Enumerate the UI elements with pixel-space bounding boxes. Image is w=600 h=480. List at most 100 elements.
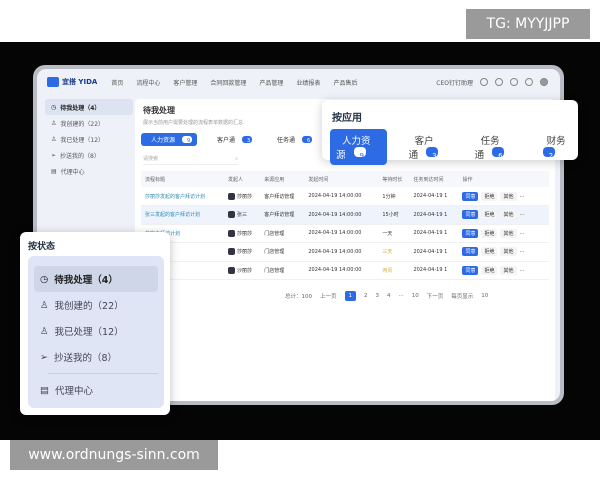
user-check-icon: ♙ [40, 325, 49, 337]
search-input[interactable]: 请搜索 ⌕ [143, 153, 238, 165]
start-time: 2024-04-19 14:00:00 [304, 224, 379, 243]
page-button[interactable]: 3 [376, 293, 380, 299]
page-button[interactable]: 1 [344, 291, 357, 301]
more-icon[interactable]: ··· [520, 249, 525, 255]
agree-button[interactable]: 同意 [462, 265, 479, 275]
page-subtitle: 展示当前用户需要处理的流程表单数据的汇总 [143, 120, 244, 126]
table-row[interactable]: 的门店巡检莎丽莎门店管理2024-04-19 14:00:00三天2024-04… [141, 242, 549, 262]
column-header: 任务到达时间 [409, 171, 459, 187]
status-item[interactable]: ➢ 抄送我的（8） [45, 147, 133, 163]
submitter-name: 莎丽莎 [236, 249, 252, 256]
more-icon[interactable]: ··· [520, 268, 525, 274]
pagination: 总计：100 上一页 1 2 3 4 ··· 10 下一页 每页显示 10 [285, 291, 488, 301]
reject-button[interactable]: 拒绝 [481, 247, 498, 257]
spacer [543, 242, 549, 262]
nav-item[interactable]: 客户管理 [173, 80, 197, 87]
other-button[interactable]: 其他 [500, 191, 517, 201]
arrive-time: 2024-04-19 1 [409, 261, 459, 280]
clock-icon: ◷ [40, 273, 49, 285]
row-title-link[interactable]: 张三发起的客户拜访计划 [141, 205, 224, 225]
other-button[interactable]: 其他 [500, 247, 517, 257]
assistant-button[interactable]: CEO钉钉助理 [436, 78, 473, 87]
nav-item[interactable]: 产品售后 [333, 80, 357, 87]
column-header: 发起人 [223, 171, 261, 187]
status-item[interactable]: ◷ 待我处理（4） [34, 266, 158, 292]
tab-count-badge: 6 [302, 136, 313, 144]
status-item[interactable]: ▤ 代理中心 [45, 163, 133, 179]
nav-item[interactable]: 合同回款管理 [210, 80, 246, 87]
app-filter-title: 按应用 [332, 113, 362, 124]
nav-item[interactable]: 业绩报表 [296, 80, 320, 87]
sidebar: ◷ 待我处理（4） ♙ 我创建的（22） ♙ 我已处理（12） ➢ 抄送我的（8） ▤ 代理中心 [45, 99, 133, 179]
spacer [543, 205, 549, 225]
status-item[interactable]: ➢ 抄送我的（8） [34, 344, 158, 370]
table-row[interactable]: 的门店巡检沙丽莎门店管理2024-04-19 14:00:00两周2024-04… [141, 261, 549, 280]
reject-button[interactable]: 拒绝 [481, 210, 498, 220]
logo-text: 宜搭 YIDA [62, 78, 98, 86]
prev-page-button[interactable]: 上一页 [320, 292, 337, 300]
nav-item[interactable]: 首页 [111, 80, 123, 87]
agree-button[interactable]: 同意 [462, 210, 479, 220]
wait-time: 三天 [378, 242, 410, 262]
next-page-button[interactable]: 下一页 [427, 292, 444, 300]
reject-button[interactable]: 拒绝 [481, 265, 498, 275]
row-title-link[interactable]: 莎丽莎发起的客户拜访计划 [141, 187, 224, 206]
app-filter-tabs: 人力资源 9 客户通 3 任务通 6 财务2 [330, 129, 578, 165]
page-button[interactable]: ··· [399, 293, 404, 299]
user-avatar [227, 192, 235, 200]
help-icon[interactable] [480, 78, 488, 86]
settings-icon[interactable] [510, 78, 518, 86]
tab-1[interactable]: 客户通 3 [207, 133, 257, 146]
nav-item[interactable]: 流程中心 [136, 80, 160, 87]
other-button[interactable]: 其他 [500, 210, 517, 220]
top-nav: 宜搭 YIDA 首页 流程中心 客户管理 合同回款管理 产品管理 业绩报表 产品售后 CEO… [37, 69, 560, 95]
status-filter-title: 按状态 [28, 242, 56, 252]
status-item[interactable]: ▤ 代理中心 [34, 377, 158, 403]
status-item-label: 抄送我的（8） [60, 152, 100, 160]
column-header: 流程标题 [141, 171, 224, 187]
reject-button[interactable]: 拒绝 [481, 228, 498, 238]
tab-2[interactable]: 任务通 6 [267, 133, 317, 146]
agree-button[interactable]: 同意 [462, 228, 479, 238]
tab-3[interactable]: 财务2 [535, 129, 578, 165]
status-item[interactable]: ♙ 我已处理（12） [34, 318, 158, 344]
arrive-time: 2024-04-19 1 [409, 187, 459, 206]
status-item[interactable]: ◷ 待我处理（4） [45, 99, 133, 115]
status-item-label: 代理中心 [54, 386, 93, 397]
notes-icon[interactable] [495, 78, 503, 86]
tab-0[interactable]: 人力资源 9 [141, 133, 198, 146]
nav-menu: 首页 流程中心 客户管理 合同回款管理 产品管理 业绩报表 产品售后 [111, 78, 370, 87]
table-row[interactable]: 的客户拜访计划莎丽莎门店管理2024-04-19 14:00:00一天2024-… [141, 224, 549, 243]
table-row[interactable]: 张三发起的客户拜访计划 张三 客户拜访管理 2024-04-19 14:00:00 15… [141, 205, 549, 225]
page-button[interactable]: 4 [387, 293, 391, 299]
app-filter-card: 按应用 人力资源 9 客户通 3 任务通 6 财务2 [322, 100, 578, 165]
page-button[interactable]: 10 [412, 293, 419, 299]
other-button[interactable]: 其他 [500, 228, 517, 238]
more-icon[interactable]: ··· [520, 194, 525, 200]
status-item[interactable]: ♙ 我创建的（22） [45, 115, 133, 131]
page-title: 待我处理 [143, 106, 175, 115]
per-page-select[interactable]: 10 [481, 293, 488, 299]
submitter-name: 张三 [236, 212, 247, 219]
more-icon[interactable]: ··· [520, 212, 525, 218]
status-filter-list: ◷ 待我处理（4） ♙ 我创建的（22） ♙ 我已处理（12） ➢ 抄送我的（8） ▤ 代理中心 [28, 256, 164, 408]
agree-button[interactable]: 同意 [462, 247, 479, 257]
send-icon: ➢ [51, 151, 57, 159]
other-button[interactable]: 其他 [500, 265, 517, 275]
column-header: 操作 [458, 171, 544, 187]
avatar[interactable] [540, 78, 548, 86]
reject-button[interactable]: 拒绝 [481, 191, 498, 201]
more-icon[interactable]: ··· [520, 231, 525, 237]
notification-icon[interactable] [525, 78, 533, 86]
spacer [543, 224, 549, 243]
logo[interactable]: 宜搭 YIDA [47, 77, 97, 87]
page-button[interactable]: 2 [364, 293, 368, 299]
tab-2[interactable]: 任务通 6 [469, 129, 519, 165]
agree-button[interactable]: 同意 [462, 191, 479, 201]
nav-item[interactable]: 产品管理 [259, 80, 283, 87]
tab-1[interactable]: 客户通 3 [403, 129, 453, 165]
table-row[interactable]: 莎丽莎发起的客户拜访计划 莎丽莎 客户拜访管理 2024-04-19 14:00:00… [141, 187, 549, 206]
status-item[interactable]: ♙ 我已处理（12） [45, 131, 133, 147]
tab-0[interactable]: 人力资源 9 [330, 129, 387, 165]
status-item[interactable]: ♙ 我创建的（22） [34, 292, 158, 318]
